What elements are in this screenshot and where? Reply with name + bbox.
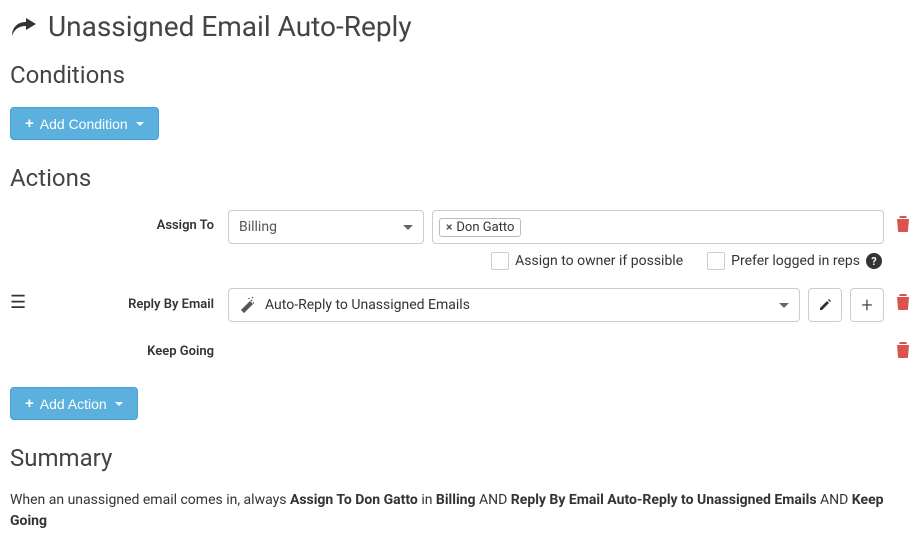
add-condition-label: Add Condition — [40, 116, 128, 132]
add-action-button[interactable]: + Add Action — [10, 387, 138, 420]
plus-icon: + — [25, 395, 34, 412]
chevron-down-icon — [779, 303, 789, 308]
plus-icon: + — [25, 115, 34, 132]
chevron-down-icon — [403, 225, 413, 230]
assign-to-department-select[interactable]: Billing — [228, 210, 424, 244]
action-row-reply-by-email: ☰ Reply By Email Auto-Reply to Unassigne… — [10, 288, 914, 322]
summary-heading: Summary — [10, 444, 914, 472]
add-condition-button[interactable]: + Add Condition — [10, 107, 159, 140]
add-action-label: Add Action — [40, 396, 107, 412]
delete-assign-to-button[interactable] — [892, 210, 914, 232]
action-row-keep-going: Keep Going — [10, 336, 914, 359]
edit-template-button[interactable] — [808, 288, 842, 322]
summary-and1: AND — [479, 492, 511, 508]
reply-template-select[interactable]: Auto-Reply to Unassigned Emails — [228, 288, 800, 322]
prefer-logged-checkbox[interactable] — [707, 252, 725, 270]
assignee-tag-label: Don Gatto — [456, 220, 514, 235]
help-icon[interactable]: ? — [866, 253, 882, 269]
assign-to-department-value: Billing — [239, 219, 277, 235]
summary-and2: AND — [820, 492, 852, 508]
summary-reply: Reply By Email Auto-Reply to Unassigned … — [511, 492, 817, 508]
caret-down-icon — [115, 402, 123, 406]
conditions-heading: Conditions — [10, 61, 914, 89]
prefer-logged-label: Prefer logged in reps — [731, 253, 860, 269]
assign-to-label: Assign To — [10, 210, 220, 233]
keep-going-label: Keep Going — [10, 336, 220, 359]
reply-by-email-label: Reply By Email — [32, 289, 220, 312]
forward-icon — [10, 15, 38, 39]
assign-owner-option: Assign to owner if possible — [491, 252, 683, 270]
assign-owner-label: Assign to owner if possible — [515, 253, 683, 269]
reply-template-value: Auto-Reply to Unassigned Emails — [265, 297, 470, 313]
assign-owner-checkbox[interactable] — [491, 252, 509, 270]
page-title: Unassigned Email Auto-Reply — [10, 10, 914, 43]
assignee-tag: × Don Gatto — [439, 218, 521, 237]
delete-reply-button[interactable] — [892, 288, 914, 310]
prefer-logged-option: Prefer logged in reps ? — [707, 252, 882, 270]
summary-assign: Assign To Don Gatto — [290, 492, 418, 508]
summary-text: When an unassigned email comes in, alway… — [10, 490, 914, 532]
action-row-assign-to: Assign To Billing × Don Gatto Assign to … — [10, 210, 914, 270]
caret-down-icon — [136, 122, 144, 126]
assign-to-people-input[interactable]: × Don Gatto — [432, 210, 884, 244]
delete-keep-going-button[interactable] — [892, 336, 914, 358]
actions-heading: Actions — [10, 164, 914, 192]
drag-handle-icon[interactable]: ☰ — [10, 288, 32, 312]
magic-wand-icon — [239, 297, 255, 313]
summary-dept: Billing — [436, 492, 476, 508]
page-title-text: Unassigned Email Auto-Reply — [48, 10, 412, 43]
new-template-button[interactable]: + — [850, 288, 884, 322]
summary-prefix: When an unassigned email comes in, alway… — [10, 492, 290, 508]
remove-tag-icon[interactable]: × — [446, 220, 452, 234]
summary-in: in — [421, 492, 436, 508]
